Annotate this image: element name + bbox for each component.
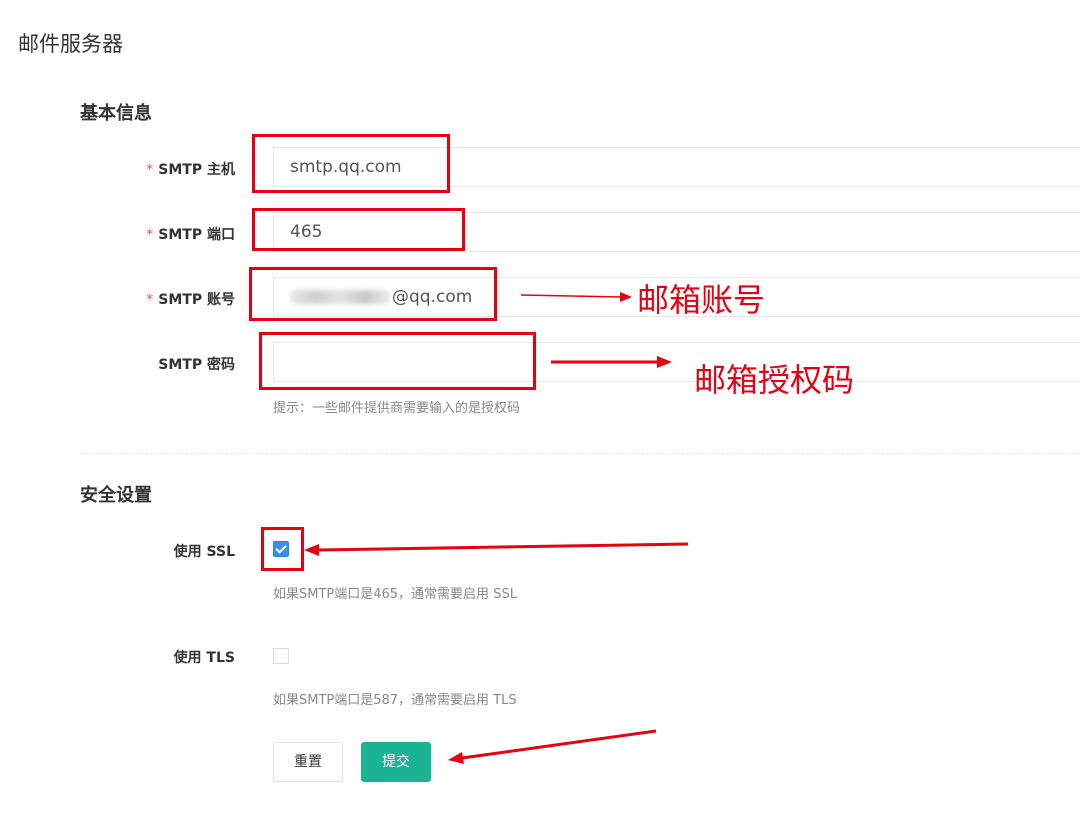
arrow-head-account <box>620 292 632 302</box>
arrow-head-ssl <box>304 544 319 556</box>
arrow-account <box>520 294 623 298</box>
arrow-head-submit <box>448 752 464 764</box>
annotation-arrows <box>304 292 689 764</box>
arrow-ssl <box>317 542 689 552</box>
arrow-submit <box>461 729 657 760</box>
arrow-head-password <box>657 356 672 368</box>
